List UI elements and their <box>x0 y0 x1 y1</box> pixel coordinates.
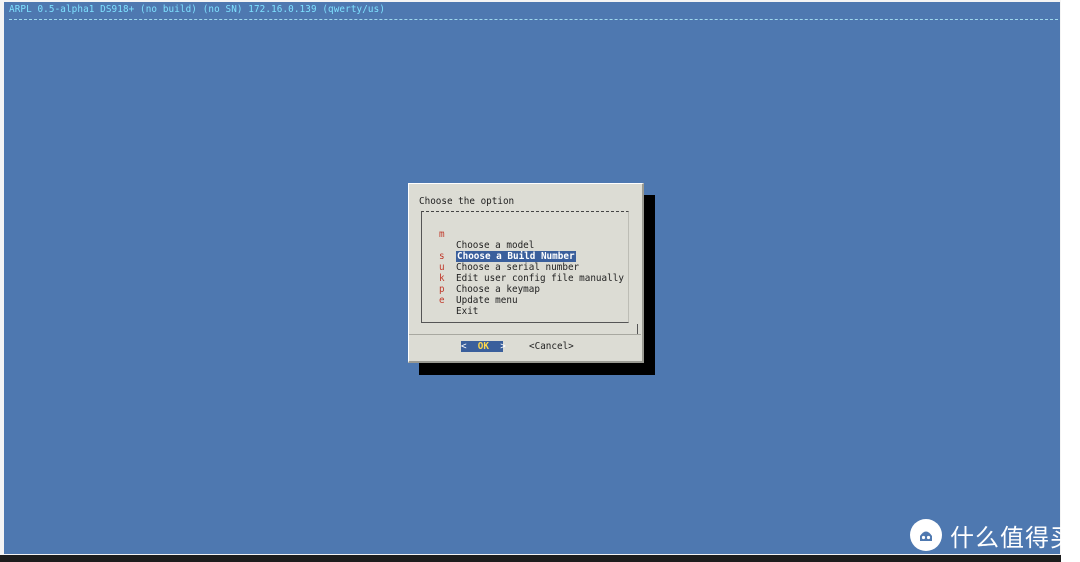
smzdm-logo-icon <box>910 519 942 551</box>
menu-list: m Choose a model Choose a Build Number s… <box>421 211 629 323</box>
menu-item-model[interactable]: m Choose a model <box>439 218 534 251</box>
menu-item-edit-config[interactable]: u Edit user config file manually <box>439 251 624 284</box>
button-divider <box>409 334 641 335</box>
ok-button-left: < <box>461 341 478 352</box>
side-gutter <box>1061 0 1080 562</box>
ok-button-right: > <box>489 341 506 352</box>
bottom-bar <box>0 555 1080 562</box>
backtitle-divider <box>9 19 1058 20</box>
menu-item-exit[interactable]: e Exit <box>439 284 478 317</box>
hotkey-label: e <box>439 295 445 306</box>
menu-item-serial-number[interactable]: s Choose a serial number <box>439 240 579 273</box>
menu-item-label: Edit user config file manually <box>456 273 624 284</box>
ok-button-label: OK <box>477 341 489 352</box>
menu-item-build-number[interactable]: Choose a Build Number <box>439 229 576 262</box>
menu-item-update[interactable]: p Update menu <box>439 273 518 306</box>
ok-button[interactable]: < OK > <box>461 341 506 352</box>
backtitle: ARPL 0.5-alpha1 DS918+ (no build) (no SN… <box>9 4 386 15</box>
dialog-title: Choose the option <box>419 196 515 207</box>
menu-item-label: Choose a serial number <box>456 262 580 273</box>
menu-box-corner <box>637 324 642 334</box>
watermark-text: 什么值得买 <box>950 523 1075 552</box>
menu-item-label: Choose a Build Number <box>456 251 576 262</box>
cancel-button[interactable]: <Cancel> <box>529 341 574 352</box>
menu-item-label: Exit <box>456 306 479 317</box>
menu-item-keymap[interactable]: k Choose a keymap <box>439 262 540 295</box>
watermark: 什么值得买 <box>910 518 1075 552</box>
menu-dialog: Choose the option m Choose a model Choos… <box>408 183 644 363</box>
